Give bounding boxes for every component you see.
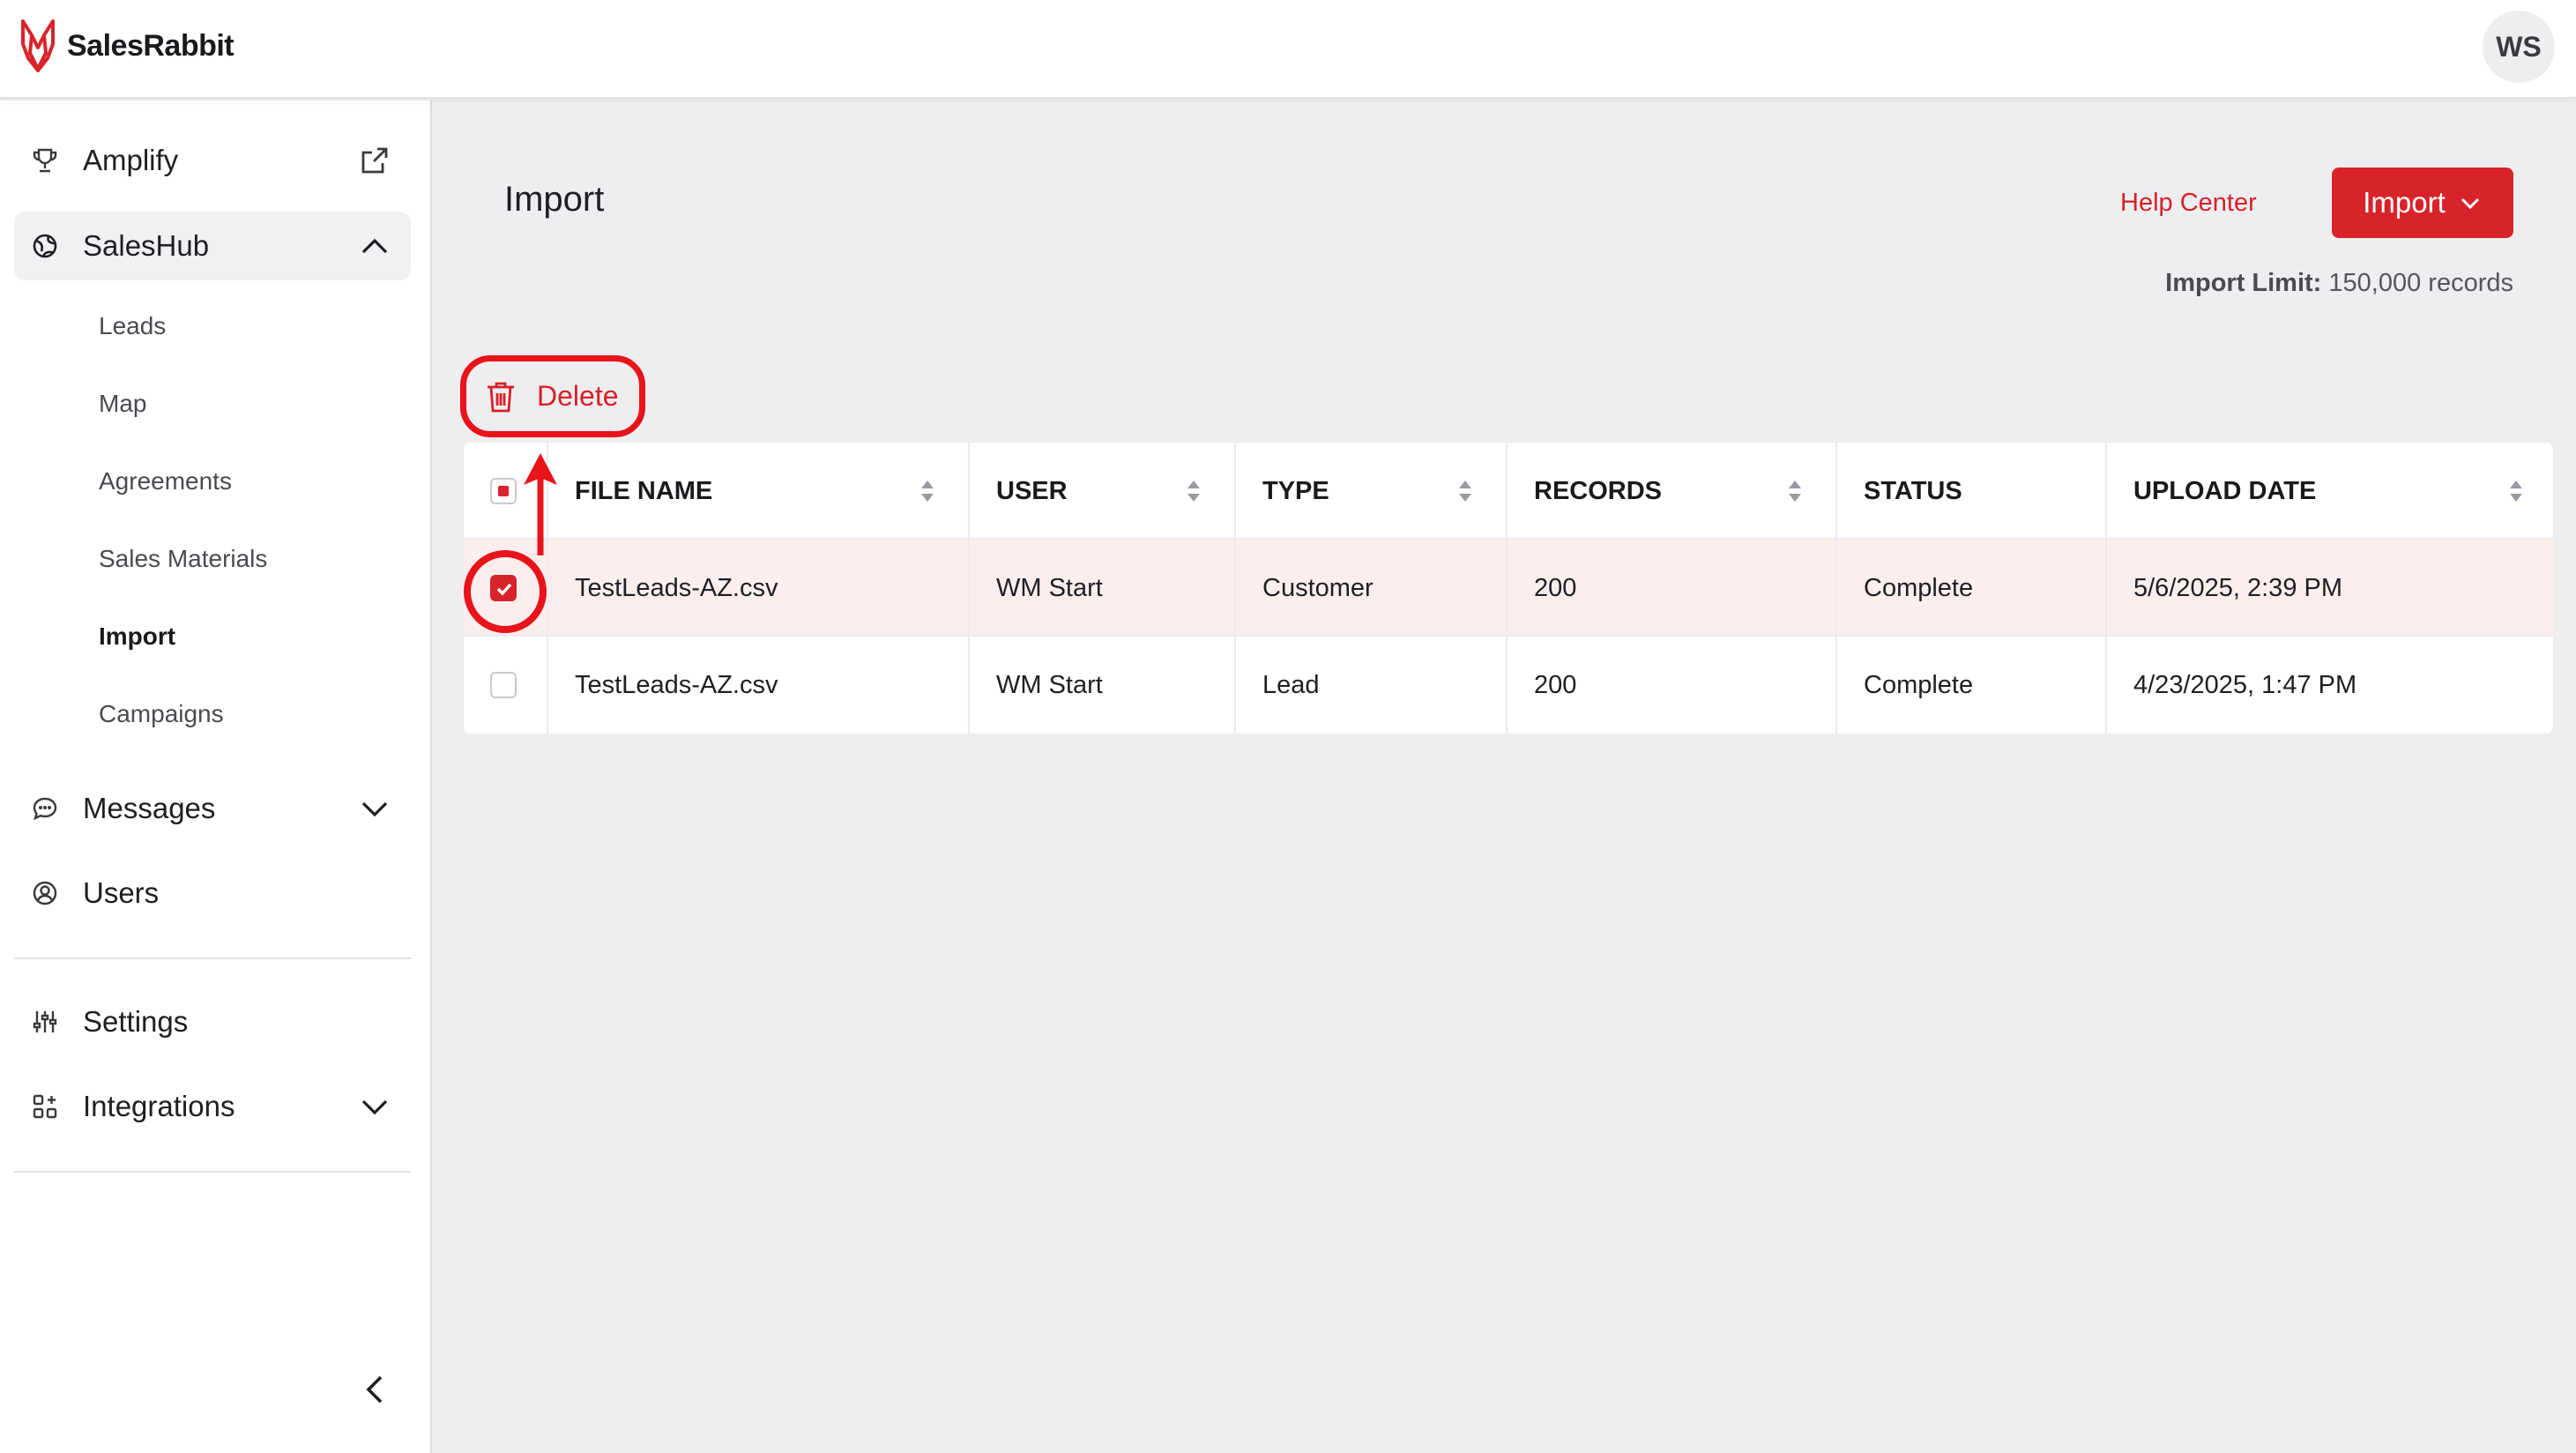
sidebar-subitem-campaigns[interactable]: Campaigns xyxy=(99,700,224,728)
chevron-down-icon[interactable] xyxy=(358,792,391,825)
sort-icon[interactable] xyxy=(1786,478,1804,504)
sort-icon[interactable] xyxy=(919,478,936,504)
select-all-checkbox[interactable] xyxy=(490,478,517,504)
external-link-icon[interactable] xyxy=(358,144,391,177)
delete-button-label: Delete xyxy=(537,380,619,412)
column-divider xyxy=(1835,443,1837,734)
cell-user: WM Start xyxy=(996,670,1103,699)
sidebar-item-amplify[interactable]: Amplify xyxy=(14,126,411,195)
import-button[interactable]: Import xyxy=(2332,168,2513,238)
sidebar-item-saleshub[interactable]: SalesHub xyxy=(14,212,411,280)
page-title: Import xyxy=(504,180,605,219)
column-header-file-name[interactable]: FILE NAME xyxy=(547,443,712,540)
user-circle-icon xyxy=(30,878,60,908)
import-limit-label: Import Limit: xyxy=(2165,269,2322,297)
help-center-link[interactable]: Help Center xyxy=(2120,189,2257,218)
column-header-records[interactable]: RECORDS xyxy=(1506,443,1662,540)
cell-file-name: TestLeads-AZ.csv xyxy=(575,670,778,699)
chevron-down-icon[interactable] xyxy=(358,1090,391,1123)
sidebar-item-label: SalesHub xyxy=(83,229,210,262)
column-divider xyxy=(1234,443,1236,734)
cell-user: WM Start xyxy=(996,573,1103,602)
row-checkbox[interactable] xyxy=(490,672,517,698)
import-limit-value: 150,000 records xyxy=(2328,269,2513,297)
sidebar-item-messages[interactable]: Messages xyxy=(14,774,411,843)
column-header-upload-date[interactable]: UPLOAD DATE xyxy=(2105,443,2316,540)
table-row[interactable]: TestLeads-AZ.csv WM Start Customer 200 C… xyxy=(464,540,2553,637)
delete-button[interactable]: Delete xyxy=(460,355,645,437)
sidebar-subitem-agreements[interactable]: Agreements xyxy=(99,467,232,496)
chat-icon xyxy=(30,794,60,823)
cell-records: 200 xyxy=(1534,573,1577,602)
sidebar-item-users[interactable]: Users xyxy=(14,859,411,928)
table-header: FILE NAME USER TYPE RECORDS STATUS UPLOA… xyxy=(464,443,2553,540)
sort-icon[interactable] xyxy=(2507,478,2525,504)
sort-icon[interactable] xyxy=(1185,478,1202,504)
globe-icon xyxy=(30,231,60,261)
column-header-user[interactable]: USER xyxy=(968,443,1068,540)
sidebar-item-label: Integrations xyxy=(83,1090,235,1122)
sidebar-subitem-sales-materials[interactable]: Sales Materials xyxy=(99,545,267,573)
sidebar-subitem-import[interactable]: Import xyxy=(99,622,175,651)
collapse-sidebar-icon[interactable] xyxy=(356,1370,395,1409)
cell-status: Complete xyxy=(1864,573,1974,602)
column-divider xyxy=(1506,443,1508,734)
cell-upload-date: 4/23/2025, 1:47 PM xyxy=(2133,670,2357,699)
sidebar-subitem-leads[interactable]: Leads xyxy=(99,312,166,340)
cell-type: Lead xyxy=(1262,670,1320,699)
sidebar-item-label: Amplify xyxy=(83,144,179,176)
table-row[interactable]: TestLeads-AZ.csv WM Start Lead 200 Compl… xyxy=(464,637,2553,734)
sort-icon[interactable] xyxy=(1456,478,1474,504)
app-logo[interactable]: SalesRabbit xyxy=(18,18,235,74)
annotation-circle xyxy=(464,550,547,633)
chevron-up-icon[interactable] xyxy=(358,229,391,263)
column-header-status: STATUS xyxy=(1864,476,1962,505)
sidebar-item-settings[interactable]: Settings xyxy=(14,987,411,1056)
user-avatar[interactable]: WS xyxy=(2483,11,2555,83)
sidebar-item-label: Settings xyxy=(83,1005,189,1038)
column-divider xyxy=(968,443,970,734)
cell-type: Customer xyxy=(1262,573,1374,602)
rabbit-logo-icon xyxy=(21,19,55,72)
grid-plus-icon xyxy=(30,1092,60,1121)
import-button-label: Import xyxy=(2363,186,2446,219)
trophy-icon xyxy=(30,145,60,175)
cell-records: 200 xyxy=(1534,670,1577,699)
annotation-arrow-icon xyxy=(524,453,557,555)
sidebar-divider xyxy=(14,1171,411,1173)
imports-table: FILE NAME USER TYPE RECORDS STATUS UPLOA… xyxy=(464,443,2553,734)
column-header-type[interactable]: TYPE xyxy=(1234,443,1329,540)
trash-icon xyxy=(488,382,514,412)
sidebar-item-label: Users xyxy=(83,876,160,909)
sidebar: Amplify SalesHub Leads Map Agreements Sa… xyxy=(0,101,432,1453)
top-bar: SalesRabbit WS xyxy=(0,0,2576,99)
cell-status: Complete xyxy=(1864,670,1974,699)
column-divider xyxy=(2105,443,2107,734)
cell-upload-date: 5/6/2025, 2:39 PM xyxy=(2133,573,2342,602)
chevron-down-icon xyxy=(2461,197,2479,210)
sidebar-divider xyxy=(14,957,411,959)
sidebar-item-label: Messages xyxy=(83,792,216,824)
sidebar-subitem-map[interactable]: Map xyxy=(99,390,146,418)
import-limit: Import Limit: 150,000 records xyxy=(2165,269,2513,298)
cell-file-name: TestLeads-AZ.csv xyxy=(575,573,778,602)
sidebar-item-integrations[interactable]: Integrations xyxy=(14,1072,411,1141)
app-name: SalesRabbit xyxy=(67,28,235,63)
sliders-icon xyxy=(30,1007,60,1037)
